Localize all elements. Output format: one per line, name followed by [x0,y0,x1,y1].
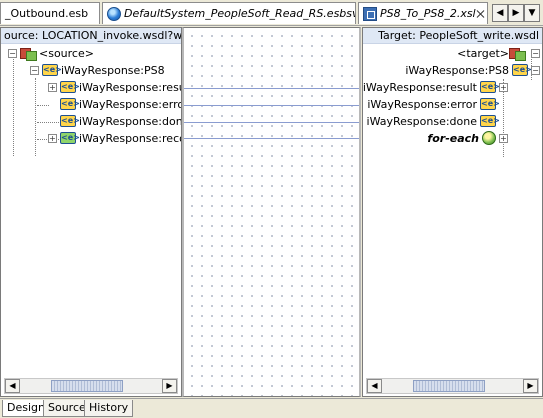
mapping-line-done[interactable] [184,122,359,123]
tab-ps8-to-ps8-xsl[interactable]: PS8_To_PS8_2.xsl [358,2,488,24]
element-icon: <e> [60,132,80,144]
node-label: iWayResponse:erro [79,97,181,111]
tree-node-target-foreach[interactable]: + for-each [427,130,508,146]
tab-label: Design [7,401,45,414]
element-icon: <e> [480,81,500,93]
tab-label: History [89,401,129,414]
schema-root-icon [20,46,37,61]
expand-toggle[interactable]: + [499,82,508,92]
tree-node-target-error[interactable]: <e> iWayResponse:error [367,96,500,112]
node-label: iWayResponse:don [79,114,181,128]
target-panel: Target: PeopleSoft_write.wsdl − <target>… [362,27,543,397]
expand-toggle[interactable]: + [48,82,57,92]
node-label: for-each [427,131,479,145]
mapping-line-records[interactable] [184,138,359,139]
tab-scroll-left-button[interactable]: ◀ [492,4,508,22]
tab-scroll-right-button[interactable]: ▶ [508,4,524,22]
element-icon: <e> [480,115,500,127]
source-panel: ource: LOCATION_invoke.wsdl?wsdl − <sour… [0,27,182,397]
element-icon: <e> [480,98,500,110]
target-horizontal-scrollbar[interactable]: ◀ ▶ [366,378,539,394]
target-tree: − <target> − <e> iWayResponse:PS8 + <e> … [363,44,542,377]
arrow-right-icon: ▶ [166,381,173,390]
collapse-toggle[interactable]: − [30,65,39,75]
editor-tab-strip: _Outbound.esb DefaultSystem_PeopleSoft_R… [0,0,543,26]
scroll-thumb[interactable] [51,380,123,392]
element-icon: <e> [60,98,80,110]
mapping-line-error[interactable] [184,105,359,106]
tree-node-target-result[interactable]: + <e> iWayResponse:result [363,79,508,95]
scroll-thumb[interactable] [413,380,485,392]
node-label: iWayResponse:result [363,80,477,94]
mapping-canvas[interactable] [182,27,361,397]
chevron-left-icon: ◀ [496,8,504,18]
tree-node-target-ps8[interactable]: − <e> iWayResponse:PS8 [405,62,540,78]
xsl-map-icon [363,6,377,21]
expand-toggle[interactable]: + [48,133,57,143]
element-icon: <e> [60,81,80,93]
expand-toggle[interactable]: + [499,133,508,143]
schema-root-icon [509,46,526,61]
globe-icon [107,6,121,21]
for-each-icon [482,131,496,145]
scroll-right-button[interactable]: ▶ [162,379,177,393]
collapse-toggle[interactable]: − [531,48,540,58]
tab-label: PS8_To_PS8_2.xsl [380,7,476,20]
node-label: iWayResponse:done [366,114,477,128]
source-horizontal-scrollbar[interactable]: ◀ ▶ [4,378,178,394]
arrow-left-icon: ◀ [371,381,378,390]
node-label: iWayResponse:resu [79,80,181,94]
tree-node-source-result[interactable]: + <e> iWayResponse:resu [48,79,181,95]
tab-list-menu-button[interactable]: ▼ [524,4,540,22]
node-label: iWayResponse:reco [79,131,181,145]
element-icon: <e> [60,115,80,127]
node-label: iWayResponse:error [367,97,477,111]
chevron-right-icon: ▶ [512,8,520,18]
source-header: ource: LOCATION_invoke.wsdl?wsdl [1,28,181,44]
tree-node-source-ps8[interactable]: − <e> iWayResponse:PS8 [30,62,165,78]
tree-node-source-error[interactable]: <e> iWayResponse:erro [60,96,181,112]
node-label: iWayResponse:PS8 [405,63,509,77]
tree-node-source-records[interactable]: + <e> iWayResponse:reco [48,130,181,146]
tab-peoplesoft-read-rs[interactable]: DefaultSystem_PeopleSoft_Read_RS.esbsvc [102,2,356,24]
element-icon: <e> [512,64,532,76]
source-tree: − <source> − <e> iWayResponse:PS8 + <e> … [1,44,181,377]
collapse-toggle[interactable]: − [8,48,17,58]
tab-history[interactable]: History [84,400,134,417]
tree-node-target-done[interactable]: <e> iWayResponse:done [366,113,500,129]
tab-outbound-esb[interactable]: _Outbound.esb [0,2,100,24]
tab-label: DefaultSystem_PeopleSoft_Read_RS.esbsvc [124,7,356,20]
scroll-right-button[interactable]: ▶ [523,379,538,393]
tab-label: _Outbound.esb [5,7,89,20]
target-header: Target: PeopleSoft_write.wsdl [363,28,542,44]
element-icon: <e> [42,64,62,76]
chevron-down-icon: ▼ [528,8,536,18]
mapping-line-result[interactable] [184,88,359,89]
node-label: <target> [457,46,509,60]
node-label: <source> [39,46,94,60]
tab-label: Source [48,401,86,414]
view-tab-bar: Design Source History [0,398,543,418]
tree-node-source-root[interactable]: − <source> [8,45,94,61]
scroll-left-button[interactable]: ◀ [367,379,382,393]
tree-node-target-root[interactable]: − <target> [457,45,540,61]
tree-node-source-done[interactable]: <e> iWayResponse:don [60,113,181,129]
collapse-toggle[interactable]: − [531,65,540,75]
arrow-right-icon: ▶ [527,381,534,390]
node-label: iWayResponse:PS8 [61,63,165,77]
close-icon[interactable] [476,9,483,19]
arrow-left-icon: ◀ [9,381,16,390]
scroll-left-button[interactable]: ◀ [5,379,20,393]
